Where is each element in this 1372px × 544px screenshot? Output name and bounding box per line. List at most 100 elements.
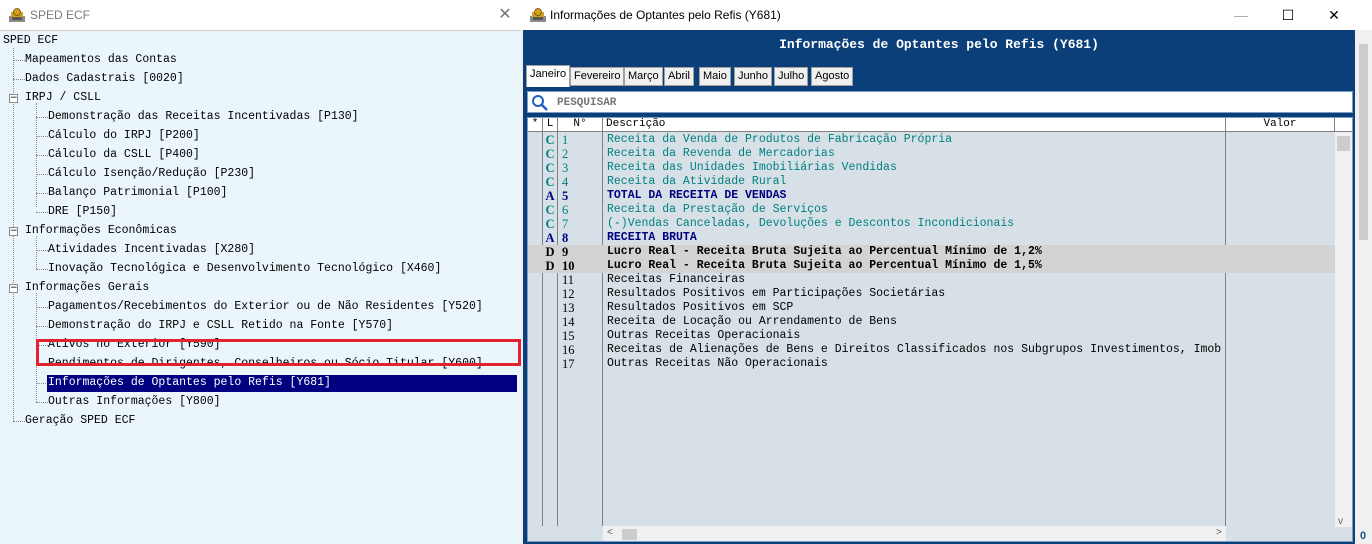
description-cell: Receitas Financeiras [607, 273, 746, 286]
tree-node-irpj-csll[interactable]: IRPJ / CSLL [25, 90, 101, 106]
tab-abril[interactable]: Abril [664, 67, 695, 86]
table-row[interactable]: C 1 Receita da Venda de Produtos de Fabric… [528, 133, 1335, 147]
tree-node-dados-cadastrais[interactable]: Dados Cadastrais [0020] [25, 71, 184, 87]
table-row[interactable]: C 4 Receita da Atividade Rural [528, 175, 1335, 189]
tree-node-x280[interactable]: Atividades Incentivadas [X280] [48, 242, 255, 258]
number-cell: 10 [562, 259, 575, 273]
table-row[interactable]: A 8 RECEITA BRUTA [528, 231, 1335, 245]
table-row[interactable]: 15 Outras Receitas Operacionais [528, 329, 1335, 343]
tree-node-p150[interactable]: DRE [P150] [48, 204, 117, 220]
number-cell: 1 [562, 133, 569, 147]
grid-vertical-scrollbar[interactable] [1335, 132, 1352, 527]
search-icon[interactable] [531, 94, 549, 112]
description-cell: Lucro Real - Receita Bruta Sujeita ao Pe… [607, 245, 1042, 258]
tree-node-p130[interactable]: Demonstração das Receitas Incentivadas [… [48, 109, 359, 125]
table-row[interactable]: C 6 Receita da Prestação de Serviços [528, 203, 1335, 217]
number-cell: 3 [562, 161, 569, 175]
grid-horizontal-scroll-thumb[interactable] [622, 529, 637, 540]
number-cell: 2 [562, 147, 569, 161]
tab-marco[interactable]: Março [624, 67, 663, 86]
level-cell: C [545, 133, 555, 147]
tab-maio[interactable]: Maio [699, 67, 731, 86]
search-input[interactable] [557, 95, 1337, 111]
table-row[interactable]: C 3 Receita das Unidades Imobiliárias Vend… [528, 161, 1335, 175]
tab-janeiro[interactable]: Janeiro [526, 65, 571, 87]
tree-node-y681-selected[interactable]: Informações de Optantes pelo Refis [Y681… [48, 375, 331, 391]
table-row[interactable]: A 5 TOTAL DA RECEITA DE VENDAS [528, 189, 1335, 203]
tab-julho[interactable]: Julho [774, 67, 809, 86]
table-row[interactable]: 16 Receitas de Alienações de Bens e Direi… [528, 343, 1335, 357]
description-cell: (-)Vendas Canceladas, Devoluções e Desco… [607, 217, 1015, 230]
description-cell: Receita da Atividade Rural [607, 175, 787, 188]
tab-agosto[interactable]: Agosto [811, 67, 854, 86]
tree-node-info-economicas[interactable]: Informações Econômicas [25, 223, 177, 239]
form-header: Informações de Optantes pelo Refis (Y681… [523, 30, 1355, 60]
table-row[interactable]: 14 Receita de Locação ou Arrendamento de … [528, 315, 1335, 329]
scroll-indicator: 0 [1359, 530, 1367, 542]
level-cell: D [545, 259, 555, 273]
column-header-valor[interactable]: Valor [1226, 118, 1335, 132]
tree-node-p230[interactable]: Cálculo Isenção/Redução [P230] [48, 166, 255, 182]
number-cell: 17 [562, 357, 575, 371]
maximize-button[interactable]: ☐ [1273, 4, 1303, 26]
level-cell: C [545, 175, 555, 189]
tree-node-mapeamentos[interactable]: Mapeamentos das Contas [25, 52, 177, 68]
collapse-icon[interactable]: − [9, 94, 18, 103]
table-row[interactable]: D 10 Lucro Real - Receita Bruta Sujeita ao… [528, 259, 1335, 273]
number-cell: 15 [562, 329, 575, 343]
grid-horizontal-scrollbar[interactable] [603, 526, 1226, 541]
collapse-icon[interactable]: − [9, 284, 18, 293]
app-logo-icon [9, 8, 25, 22]
tree-node-x460[interactable]: Inovação Tecnológica e Desenvolvimento T… [48, 261, 441, 277]
refis-window-title: Informações de Optantes pelo Refis (Y681… [550, 8, 781, 22]
number-cell: 11 [562, 273, 575, 287]
window-scrollbar-thumb[interactable] [1359, 44, 1368, 240]
tree-node-info-gerais[interactable]: Informações Gerais [25, 280, 149, 296]
tree-window-titlebar: SPED ECF ✕ [0, 0, 521, 30]
level-cell: A [545, 189, 555, 203]
grid-vertical-scroll-thumb[interactable] [1337, 136, 1350, 151]
table-row[interactable]: 13 Resultados Positivos em SCP [528, 301, 1335, 315]
tree-node-p400[interactable]: Cálculo da CSLL [P400] [48, 147, 200, 163]
number-cell: 14 [562, 315, 575, 329]
tab-junho[interactable]: Junho [734, 67, 772, 86]
description-cell: Receitas de Alienações de Bens e Direito… [607, 343, 1222, 356]
tree-window-close-button[interactable]: ✕ [496, 6, 514, 24]
description-cell: Receita da Venda de Produtos de Fabricaç… [607, 133, 953, 146]
table-row[interactable]: D 9 Lucro Real - Receita Bruta Sujeita ao … [528, 245, 1335, 259]
tree-node-y520[interactable]: Pagamentos/Recebimentos do Exterior ou d… [48, 299, 483, 315]
minimize-button[interactable]: — [1226, 4, 1256, 26]
tree-node-p200[interactable]: Cálculo do IRPJ [P200] [48, 128, 200, 144]
grid-header: * L N° Descrição Valor [528, 118, 1352, 132]
tab-fevereiro[interactable]: Fevereiro [570, 67, 625, 86]
description-cell: Lucro Real - Receita Bruta Sujeita ao Pe… [607, 259, 1042, 272]
description-cell: Outras Receitas Não Operacionais [607, 357, 828, 370]
description-cell: TOTAL DA RECEITA DE VENDAS [607, 189, 787, 202]
number-cell: 6 [562, 203, 569, 217]
tree-window-title: SPED ECF [30, 8, 91, 22]
column-header-star[interactable]: * [528, 118, 543, 132]
scroll-left-icon[interactable]: < [607, 527, 613, 538]
description-cell: Receita de Locação ou Arrendamento de Be… [607, 315, 897, 328]
refis-window-titlebar: Informações de Optantes pelo Refis (Y681… [521, 0, 1372, 30]
description-cell: Resultados Positivos em SCP [607, 301, 794, 314]
tree-node-root[interactable]: SPED ECF [3, 33, 58, 49]
collapse-icon[interactable]: − [9, 227, 18, 236]
column-header-l[interactable]: L [543, 118, 558, 132]
scroll-down-icon[interactable]: v [1338, 516, 1343, 527]
level-cell: C [545, 147, 555, 161]
tree-node-y570[interactable]: Demonstração do IRPJ e CSLL Retido na Fo… [48, 318, 393, 334]
table-row[interactable]: C 7 (-)Vendas Canceladas, Devoluções e Des… [528, 217, 1335, 231]
navigation-tree: SPED ECF Mapeamentos das Contas Dados Ca… [0, 30, 521, 544]
table-row[interactable]: 17 Outras Receitas Não Operacionais [528, 357, 1335, 371]
tree-node-geracao[interactable]: Geração SPED ECF [25, 413, 135, 429]
table-row[interactable]: C 2 Receita da Revenda de Mercadorias [528, 147, 1335, 161]
column-header-descricao[interactable]: Descrição [603, 118, 1226, 132]
close-button[interactable]: ✕ [1319, 4, 1349, 26]
table-row[interactable]: 12 Resultados Positivos em Participações … [528, 287, 1335, 301]
tree-node-p100[interactable]: Balanço Patrimonial [P100] [48, 185, 227, 201]
tree-node-y800[interactable]: Outras Informações [Y800] [48, 394, 221, 410]
column-header-numero[interactable]: N° [558, 118, 603, 132]
scroll-right-icon[interactable]: > [1216, 527, 1222, 538]
table-row[interactable]: 11 Receitas Financeiras [528, 273, 1335, 287]
